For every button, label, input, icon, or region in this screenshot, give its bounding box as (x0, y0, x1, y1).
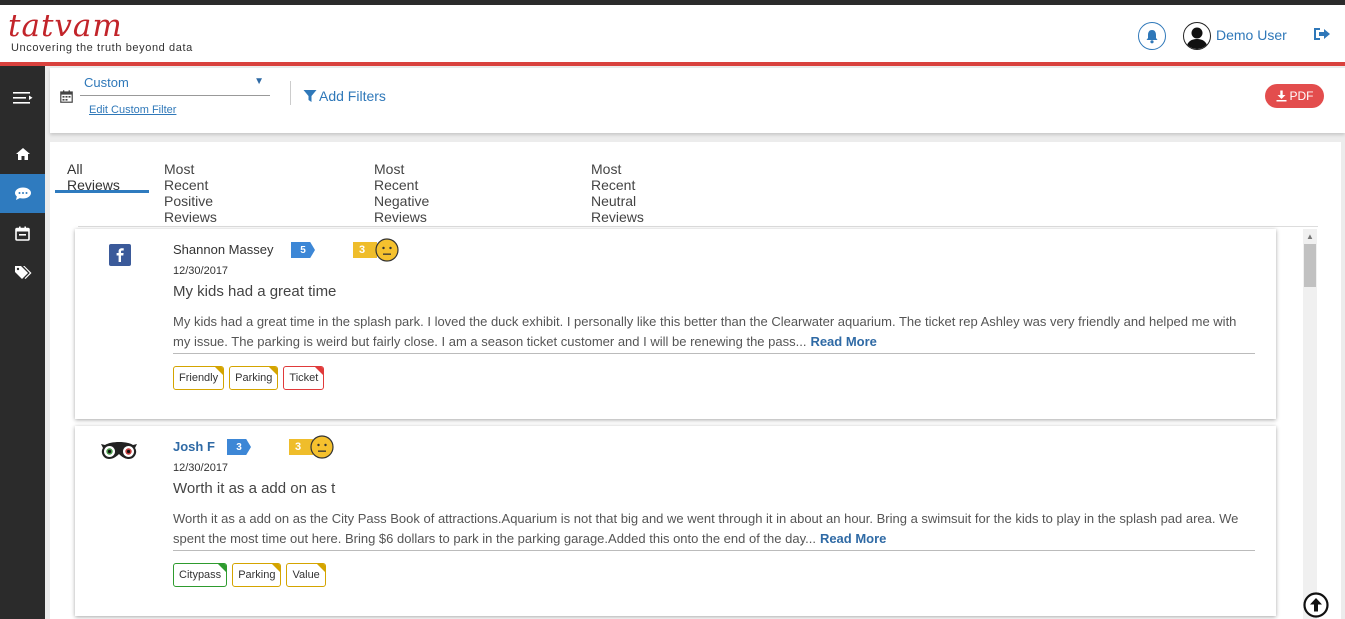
filter-bar: Custom ▼ Edit Custom Filter Add Filters … (50, 68, 1345, 133)
review-body: My kids had a great time in the splash p… (173, 312, 1255, 352)
facebook-icon (109, 244, 131, 266)
notifications-button[interactable] (1138, 22, 1166, 50)
scrollbar-thumb[interactable] (1304, 244, 1316, 287)
review-text: Worth it as a add on as the City Pass Bo… (173, 511, 1239, 546)
tag-value[interactable]: Value (286, 563, 326, 587)
tag-citypass[interactable]: Citypass (173, 563, 228, 587)
divider (173, 353, 1255, 354)
edit-custom-filter-link[interactable]: Edit Custom Filter (89, 104, 176, 116)
review-author[interactable]: Shannon Massey (173, 242, 273, 257)
tags-icon (14, 266, 31, 279)
tag-parking[interactable]: Parking (232, 563, 282, 587)
divider (173, 550, 1255, 551)
author-review-count: 3 (227, 439, 251, 455)
tab-recent-neutral[interactable]: Most Recent Neutral Reviews (591, 161, 644, 225)
tripadvisor-icon (101, 442, 137, 459)
review-date: 12/30/2017 (173, 265, 229, 277)
tag-list: Citypass Parking Value (173, 563, 326, 587)
calendar-icon (15, 226, 30, 241)
review-title: My kids had a great time (173, 283, 337, 300)
review-title: Worth it as a add on as t (173, 480, 336, 497)
logout-button[interactable] (1313, 26, 1331, 47)
review-card: Josh F 3 3 12/30/2017 Worth it as a add … (75, 426, 1276, 616)
rating-badge: 3 (353, 242, 377, 258)
filter-icon (303, 90, 317, 102)
logo-tagline: Uncovering the truth beyond data (11, 42, 193, 54)
tag-parking[interactable]: Parking (229, 366, 279, 390)
tag-friendly[interactable]: Friendly (173, 366, 225, 390)
review-card: Shannon Massey 5 3 12/30/2017 My kids ha… (75, 229, 1276, 419)
menu-icon (12, 91, 32, 104)
logo[interactable]: tatvam Uncovering the truth beyond data (8, 8, 193, 55)
calendar-icon (60, 90, 73, 103)
divider (78, 226, 1318, 227)
home-icon (15, 147, 30, 160)
avatar[interactable] (1183, 22, 1211, 50)
sidebar-item-tags[interactable] (0, 253, 45, 292)
tag-list: Friendly Parking Ticket (173, 366, 325, 390)
tab-recent-negative[interactable]: Most Recent Negative Reviews (374, 161, 429, 225)
scroll-up-arrow-icon[interactable]: ▲ (1306, 232, 1314, 241)
back-to-top-icon[interactable] (1303, 592, 1329, 618)
review-author[interactable]: Josh F (173, 439, 215, 454)
sidebar-item-home[interactable] (0, 134, 45, 173)
comments-icon (14, 187, 31, 200)
logout-icon (1314, 28, 1330, 40)
add-filters-label: Add Filters (319, 88, 386, 104)
review-text: My kids had a great time in the splash p… (173, 314, 1237, 349)
date-range-value: Custom (84, 75, 129, 90)
scrollbar[interactable] (1303, 229, 1317, 619)
date-range-select[interactable]: Custom ▼ (80, 74, 270, 96)
review-source (99, 440, 139, 467)
pdf-download-button[interactable]: PDF (1265, 84, 1324, 108)
sidebar (0, 66, 45, 619)
pdf-label: PDF (1289, 89, 1314, 103)
reviews-panel: All Reviews Most Recent Positive Reviews… (50, 142, 1341, 619)
app-header: tatvam Uncovering the truth beyond data … (0, 5, 1345, 66)
add-filters-button[interactable]: Add Filters (303, 88, 386, 104)
download-icon (1276, 90, 1286, 102)
user-name[interactable]: Demo User (1216, 27, 1287, 43)
divider (290, 81, 291, 105)
active-tab-indicator (55, 190, 149, 193)
user-avatar-icon (1186, 27, 1208, 49)
sidebar-item-reviews[interactable] (0, 174, 45, 213)
tab-recent-positive[interactable]: Most Recent Positive Reviews (164, 161, 217, 225)
bell-icon (1146, 29, 1158, 43)
logo-text: tatvam (8, 8, 123, 44)
review-date: 12/30/2017 (173, 462, 229, 474)
neutral-face-icon (375, 238, 399, 262)
sidebar-toggle[interactable] (0, 78, 45, 117)
caret-down-icon: ▼ (254, 76, 264, 87)
review-body: Worth it as a add on as the City Pass Bo… (173, 509, 1255, 549)
author-review-count: 5 (291, 242, 315, 258)
review-source (109, 244, 131, 271)
tab-all-reviews[interactable]: All Reviews (67, 161, 120, 193)
tag-ticket[interactable]: Ticket (283, 366, 325, 390)
sidebar-item-calendar[interactable] (0, 214, 45, 253)
read-more-link[interactable]: Read More (810, 334, 876, 349)
neutral-face-icon (310, 435, 334, 459)
read-more-link[interactable]: Read More (820, 531, 886, 546)
